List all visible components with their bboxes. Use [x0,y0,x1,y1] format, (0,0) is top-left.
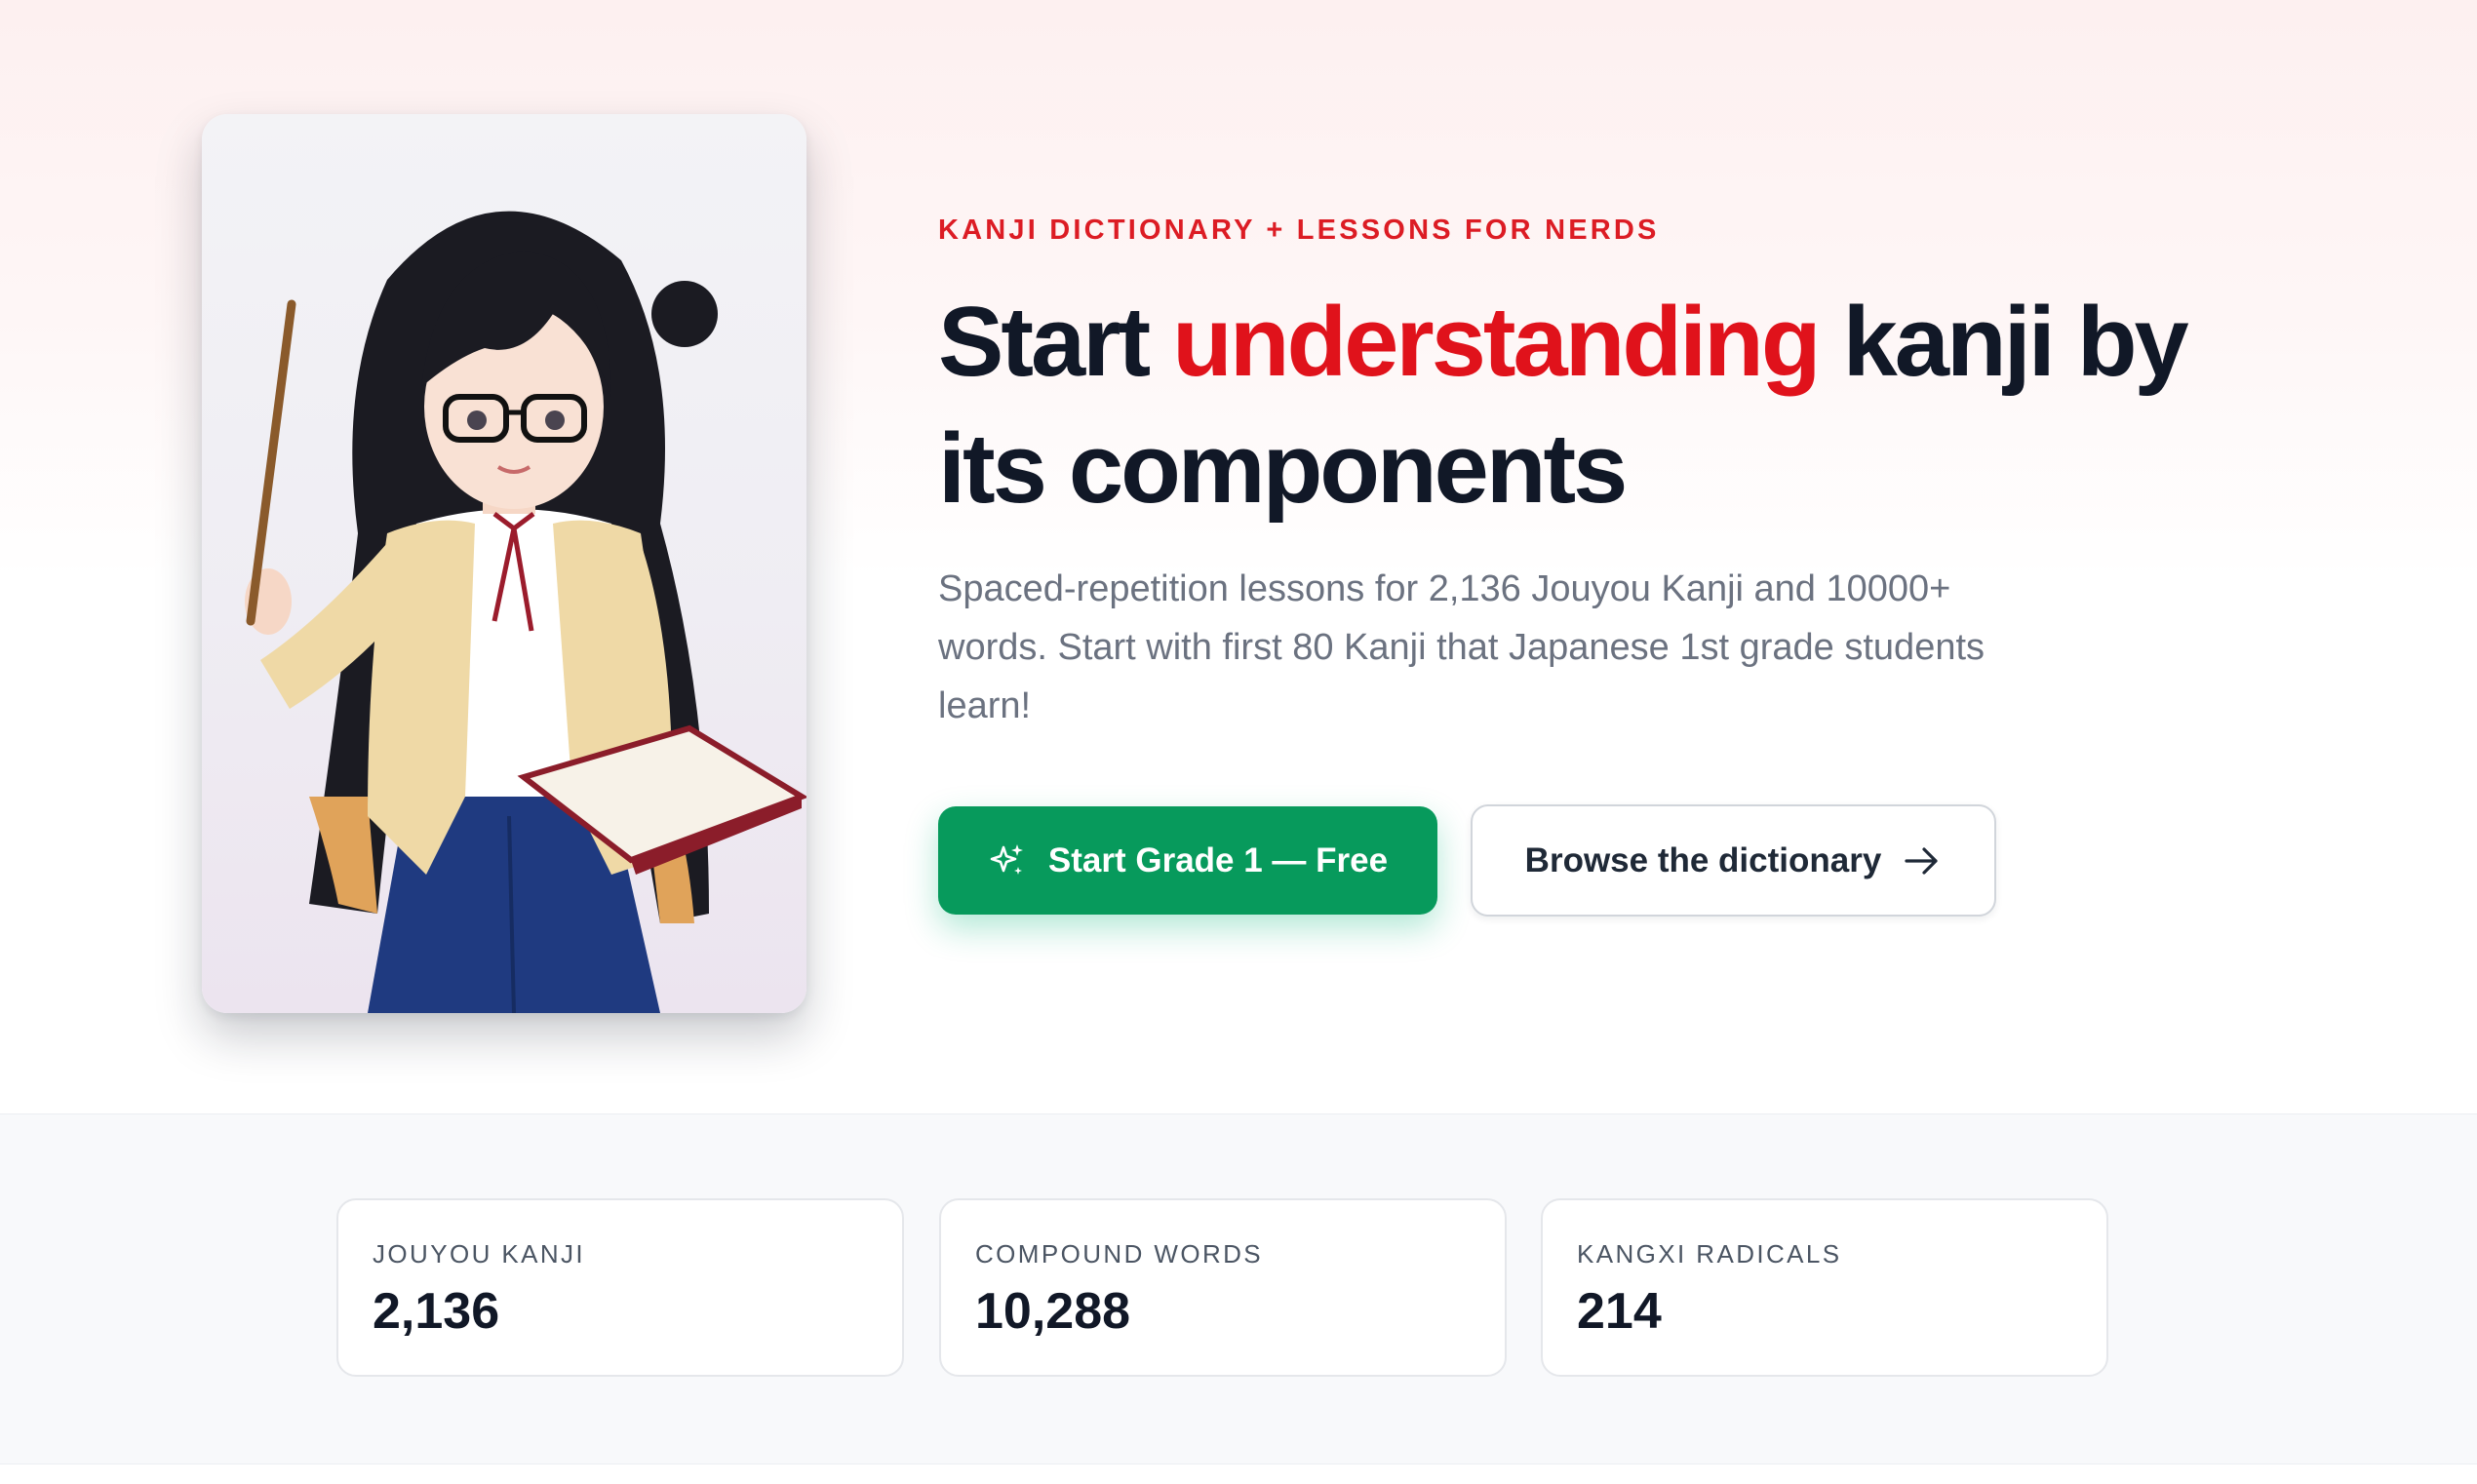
arrow-right-icon [1905,846,1938,875]
stat-value: 2,136 [373,1283,500,1340]
stat-card-compound-words: COMPOUND WORDS 10,288 [939,1198,1507,1377]
browse-dictionary-label: Browse the dictionary [1524,840,1882,879]
hero-section: KANJI DICTIONARY + LESSONS FOR NERDS Sta… [0,0,2477,1113]
stat-value: 214 [1577,1283,1662,1340]
stat-label: KANGXI RADICALS [1577,1239,1842,1269]
sparkles-icon [990,843,1023,875]
headline-accent: understanding [1172,288,1821,397]
browse-dictionary-button[interactable]: Browse the dictionary [1471,804,1996,917]
start-grade-1-button[interactable]: Start Grade 1 — Free [938,806,1437,915]
stat-card-kangxi-radicals: KANGXI RADICALS 214 [1541,1198,2108,1377]
eyebrow-tagline: KANJI DICTIONARY + LESSONS FOR NERDS [938,215,1660,246]
hero-description: Spaced-repetition lessons for 2,136 Jouy… [938,568,1986,726]
start-grade-1-label: Start Grade 1 — Free [1047,840,1389,879]
stat-label: JOUYOU KANJI [373,1239,586,1269]
stat-value: 10,288 [975,1283,1131,1340]
stat-card-jouyou-kanji: JOUYOU KANJI 2,136 [336,1198,904,1377]
teacher-illustration [202,114,806,1013]
stat-label: COMPOUND WORDS [975,1239,1264,1269]
headline-part-1: Start [938,288,1173,397]
page-headline: Start understanding kanji by its compone… [938,279,2303,532]
anime-teacher-illustration [245,211,806,1013]
